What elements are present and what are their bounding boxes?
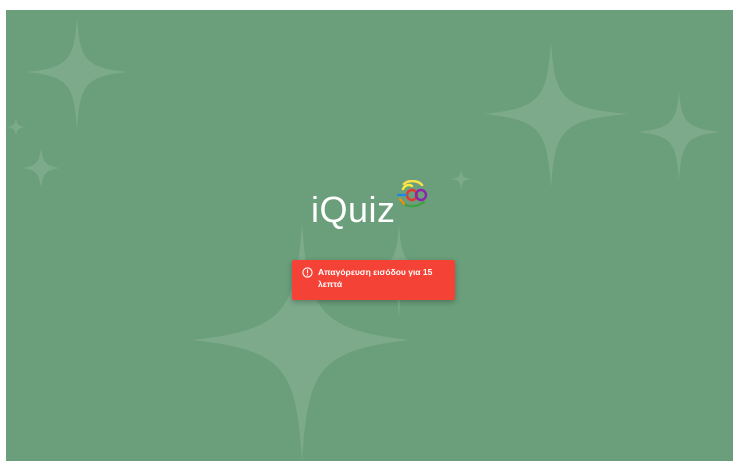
error-outline-icon [302,267,313,278]
login-screen: iQuiz Απαγόρευση εισόδου για 15 λεπτά [6,10,733,461]
sparkle-icon [192,222,410,461]
sparkle-icon [22,148,60,188]
alert-message: Απαγόρευση εισόδου για 15 λεπτά [318,267,433,289]
page-frame: iQuiz Απαγόρευση εισόδου για 15 λεπτά [0,0,733,461]
iquiz-logo: iQuiz [311,180,432,234]
sparkle-icon [7,118,25,136]
sparkle-icon [451,170,471,190]
quiz-mascot-icon [396,180,427,208]
sparkle-icon [484,42,628,188]
logo-text: iQuiz [311,189,396,230]
background-sparkles [7,18,720,461]
sparkle-icon [638,92,720,180]
sparkle-icon [26,18,128,130]
error-alert: Απαγόρευση εισόδου για 15 λεπτά [292,260,455,300]
